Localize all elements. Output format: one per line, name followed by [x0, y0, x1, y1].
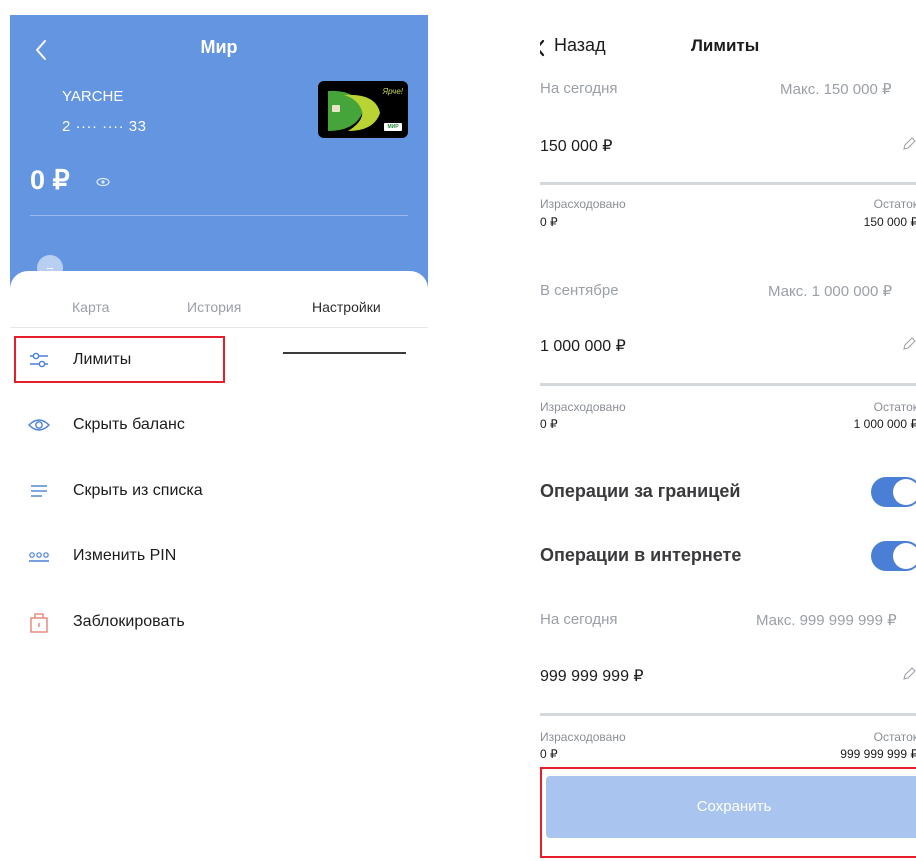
limit-value-field[interactable]: 150 000 ₽ — [540, 136, 612, 156]
toggle-abroad[interactable] — [871, 477, 916, 507]
card-name: YARCHE — [62, 88, 124, 105]
limit-value-field[interactable]: 999 999 999 ₽ — [540, 666, 644, 686]
card-number: 2 ···· ···· 33 — [62, 118, 147, 135]
balance: 0 ₽ — [30, 165, 70, 195]
limit-max: Макс. 1 000 000 ₽ — [768, 283, 893, 300]
limits-highlight — [14, 336, 225, 383]
remaining-label: Остаток — [873, 197, 916, 211]
menu-item-hide-balance[interactable]: Скрыть баланс — [10, 403, 428, 447]
card-brand: Ярче! — [382, 87, 403, 96]
page-title: Мир — [200, 37, 238, 57]
card-network: МИР — [384, 123, 402, 131]
tab-history[interactable]: История — [187, 299, 241, 315]
menu-item-block[interactable]: Заблокировать — [10, 600, 428, 644]
remaining-label: Остаток — [873, 400, 916, 414]
pencil-icon[interactable] — [901, 666, 916, 682]
card-image: Ярче! МИР — [318, 81, 408, 138]
spent-value: 0 ₽ — [540, 417, 558, 431]
save-highlight — [540, 767, 916, 858]
limit-period-label: На сегодня — [540, 80, 618, 97]
card-header: Мир YARCHE 2 ···· ···· 33 Ярче! МИР 0 ₽ — [10, 15, 428, 300]
toggle-internet[interactable] — [871, 541, 916, 571]
eye-icon — [28, 419, 50, 431]
limit-progress-bar — [540, 713, 916, 716]
back-label: Назад — [554, 35, 606, 55]
menu-item-label: Заблокировать — [73, 613, 185, 630]
remaining-label: Остаток — [873, 730, 916, 744]
limit-period-label: На сегодня — [540, 611, 618, 628]
pencil-icon[interactable] — [901, 336, 916, 352]
toggle-knob — [893, 543, 916, 569]
menu-item-label: Изменить PIN — [73, 547, 177, 564]
toggle-label-internet: Операции в интернете — [540, 545, 742, 565]
remaining-value: 1 000 000 ₽ — [853, 417, 916, 431]
limits-screen: Назад Лимиты На сегодня Макс. 150 000 ₽ … — [540, 0, 916, 861]
page-title: Лимиты — [691, 36, 760, 55]
lock-icon — [30, 613, 48, 633]
menu-item-label: Скрыть баланс — [73, 416, 185, 433]
spent-value: 0 ₽ — [540, 747, 558, 761]
limit-max: Макс. 150 000 ₽ — [780, 81, 892, 98]
card-screen: Мир YARCHE 2 ···· ···· 33 Ярче! МИР 0 ₽ … — [10, 15, 428, 861]
toggle-label-abroad: Операции за границей — [540, 481, 741, 501]
pin-dots-icon — [29, 552, 49, 562]
spent-label: Израсходовано — [540, 730, 626, 744]
menu-item-label: Скрыть из списка — [73, 482, 203, 499]
tab-bar: Карта История Настройки — [10, 299, 428, 354]
remaining-value: 999 999 999 ₽ — [840, 747, 916, 761]
remaining-value: 150 000 ₽ — [863, 215, 916, 229]
menu-item-hide-from-list[interactable]: Скрыть из списка — [10, 469, 428, 513]
list-icon — [31, 485, 47, 497]
limit-value-field[interactable]: 1 000 000 ₽ — [540, 336, 626, 356]
eye-icon[interactable] — [96, 177, 110, 187]
pencil-icon[interactable] — [901, 136, 916, 152]
limit-period-label: В сентябре — [540, 282, 619, 299]
spent-label: Израсходовано — [540, 197, 626, 211]
limit-max: Макс. 999 999 999 ₽ — [756, 612, 897, 629]
menu-item-change-pin[interactable]: Изменить PIN — [10, 534, 428, 578]
tab-card[interactable]: Карта — [72, 299, 109, 315]
header-divider — [30, 215, 408, 216]
limit-progress-bar — [540, 182, 916, 185]
tab-settings[interactable]: Настройки — [312, 299, 381, 315]
limit-progress-bar — [540, 383, 916, 386]
tabs-divider — [10, 327, 428, 328]
toggle-knob — [893, 479, 916, 505]
chevron-left-icon — [540, 39, 545, 57]
spent-label: Израсходовано — [540, 400, 626, 414]
spent-value: 0 ₽ — [540, 215, 558, 229]
